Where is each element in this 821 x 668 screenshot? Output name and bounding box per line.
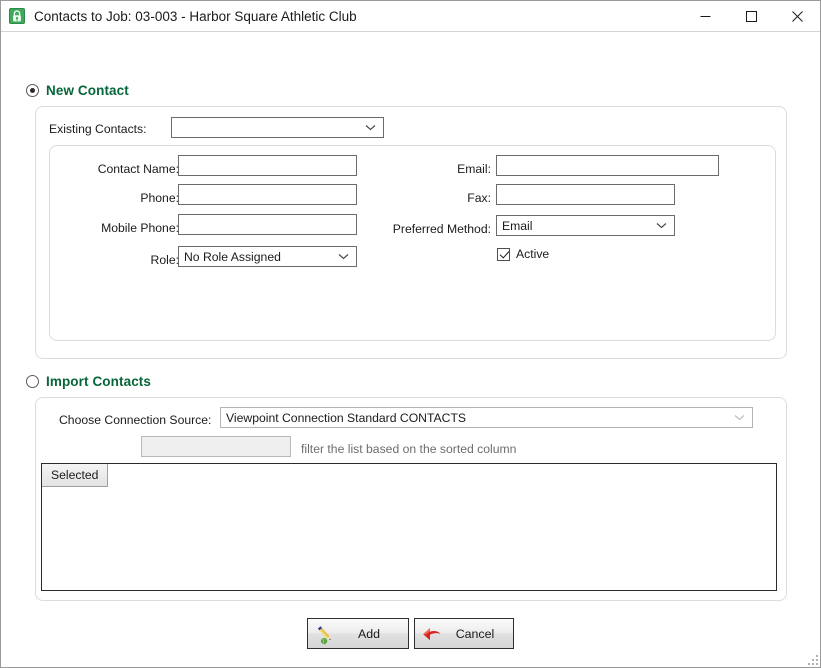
close-icon <box>791 10 803 22</box>
active-checkbox[interactable]: Active <box>497 247 549 261</box>
chevron-down-icon[interactable] <box>731 414 748 421</box>
email-input[interactable] <box>496 155 719 176</box>
window-title: Contacts to Job: 03-003 - Harbor Square … <box>34 8 357 24</box>
connection-source-combo[interactable]: Viewpoint Connection Standard CONTACTS <box>220 407 753 428</box>
existing-contacts-combo[interactable] <box>171 117 384 138</box>
connection-source-value: Viewpoint Connection Standard CONTACTS <box>226 410 467 425</box>
red-back-arrow-icon <box>415 623 449 645</box>
list-column-headers: Selected <box>42 464 776 487</box>
chevron-down-icon[interactable] <box>653 222 670 229</box>
minimize-icon <box>700 15 710 17</box>
radio-new-contact-indicator[interactable] <box>26 84 39 97</box>
column-header-selected[interactable]: Selected <box>42 464 108 487</box>
connection-source-label: Choose Connection Source: <box>59 413 212 427</box>
radio-new-contact[interactable]: New Contact <box>26 83 129 98</box>
cancel-button[interactable]: Cancel <box>414 618 514 649</box>
phone-label: Phone: <box>140 191 179 205</box>
preferred-method-combo[interactable]: Email <box>496 215 675 236</box>
radio-import-contacts[interactable]: Import Contacts <box>26 374 151 389</box>
active-checkbox-indicator[interactable] <box>497 247 510 261</box>
cancel-button-label: Cancel <box>455 626 495 641</box>
radio-import-contacts-label: Import Contacts <box>46 374 152 389</box>
role-combo[interactable]: No Role Assigned <box>178 246 357 267</box>
close-button[interactable] <box>774 1 820 31</box>
window-controls <box>682 1 820 31</box>
resize-grip[interactable] <box>805 652 818 665</box>
pen-plus-icon <box>308 623 342 645</box>
chevron-down-icon[interactable] <box>335 253 352 260</box>
existing-contacts-label: Existing Contacts: <box>49 122 147 136</box>
role-value: No Role Assigned <box>184 249 281 264</box>
chevron-down-icon[interactable] <box>362 124 379 131</box>
dialog-body: New Contact Existing Contacts: Contact N… <box>1 32 820 667</box>
radio-new-contact-label: New Contact <box>46 83 129 98</box>
preferred-method-label: Preferred Method: <box>392 222 491 236</box>
preferred-method-value: Email <box>502 218 533 233</box>
filter-input[interactable] <box>141 436 291 457</box>
email-label: Email: <box>457 162 491 176</box>
mobile-phone-label: Mobile Phone: <box>101 221 179 235</box>
radio-import-contacts-indicator[interactable] <box>26 375 39 388</box>
minimize-button[interactable] <box>682 1 728 31</box>
title-bar: Contacts to Job: 03-003 - Harbor Square … <box>1 1 820 32</box>
role-label: Role: <box>150 253 179 267</box>
add-button-label: Add <box>357 626 381 641</box>
contact-name-input[interactable] <box>178 155 357 176</box>
import-contacts-list[interactable]: Selected <box>41 463 777 591</box>
maximize-icon <box>745 10 757 22</box>
filter-hint-label: filter the list based on the sorted colu… <box>301 442 517 456</box>
fax-label: Fax: <box>467 191 491 205</box>
fax-input[interactable] <box>496 184 675 205</box>
active-checkbox-label: Active <box>516 247 550 261</box>
phone-input[interactable] <box>178 184 357 205</box>
mobile-phone-input[interactable] <box>178 214 357 235</box>
add-button[interactable]: Add <box>307 618 409 649</box>
maximize-button[interactable] <box>728 1 774 31</box>
contacts-to-job-window: Contacts to Job: 03-003 - Harbor Square … <box>0 0 821 668</box>
contacts-lock-icon <box>9 8 25 24</box>
contact-name-label: Contact Name: <box>97 162 179 176</box>
